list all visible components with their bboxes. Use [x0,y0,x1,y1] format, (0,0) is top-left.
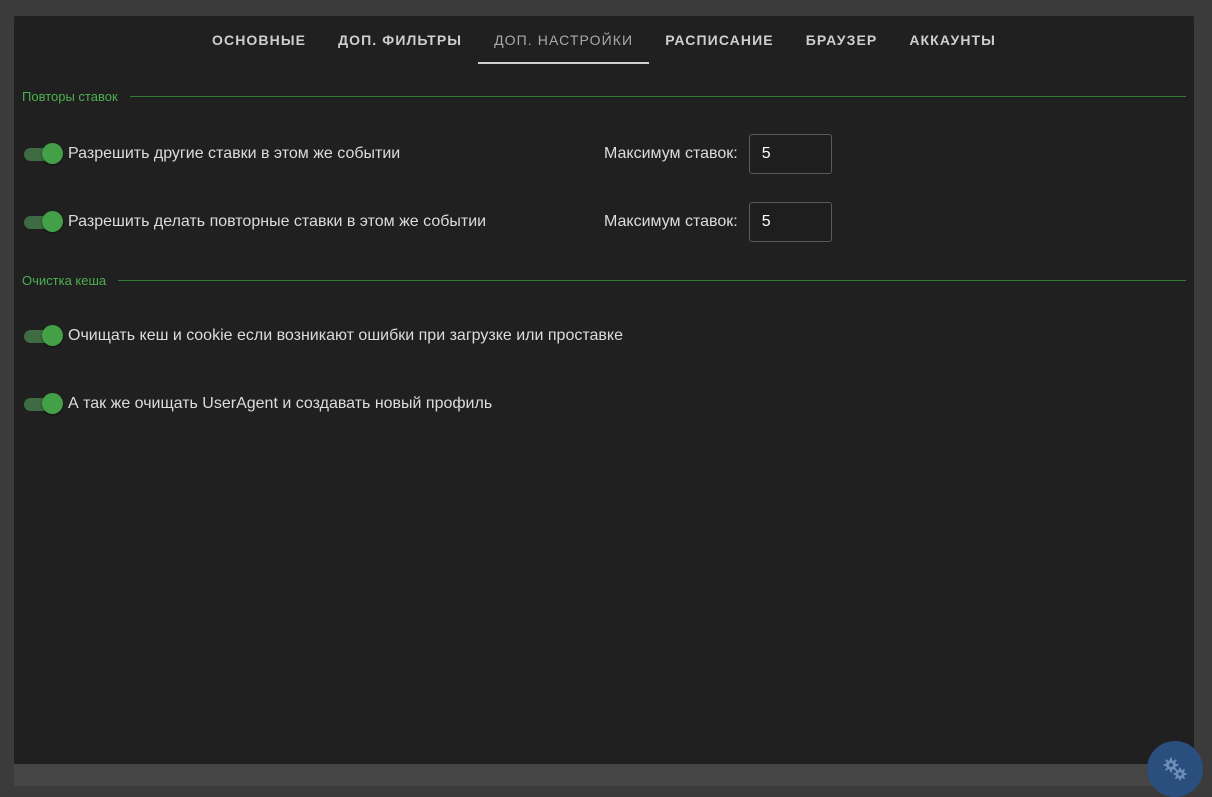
setting-label: Очищать кеш и cookie если возникают ошиб… [68,327,623,344]
setting-label: А так же очищать UserAgent и создавать н… [68,395,493,412]
toggle-switch[interactable] [24,143,64,165]
setting-label: Разрешить делать повторные ставки в этом… [68,213,487,230]
max-bets-label: Максимум ставок: [604,213,738,230]
section-divider [129,95,1186,97]
toggle-switch[interactable] [24,211,64,233]
section-header-repeats: Повторы ставок [22,86,1186,106]
setting-label: Разрешить другие ставки в этом же событи… [68,145,401,162]
setting-row-clear-cache: Очищать кеш и cookie если возникают ошиб… [24,316,1184,356]
tab-extra-filters[interactable]: ДОП. ФИЛЬТРЫ [322,16,478,64]
max-bets-group: Максимум ставок: [604,134,832,174]
section-divider [118,279,1186,281]
gears-icon [1163,757,1187,781]
setting-row-clear-useragent: А так же очищать UserAgent и создавать н… [24,384,1184,424]
max-bets-group: Максимум ставок: [604,202,832,242]
toggle-switch[interactable] [24,393,64,415]
tab-bar: ОСНОВНЫЕ ДОП. ФИЛЬТРЫ ДОП. НАСТРОЙКИ РАС… [14,16,1194,64]
max-bets-label: Максимум ставок: [604,145,738,162]
section-title: Повторы ставок [22,88,118,104]
tab-main[interactable]: ОСНОВНЫЕ [196,16,322,64]
toggle-switch[interactable] [24,325,64,347]
toggle-thumb [42,143,63,164]
settings-panel: ОСНОВНЫЕ ДОП. ФИЛЬТРЫ ДОП. НАСТРОЙКИ РАС… [14,16,1194,764]
toggle-thumb [42,211,63,232]
toggle-thumb [42,325,63,346]
tab-browser[interactable]: БРАУЗЕР [790,16,894,64]
section-title: Очистка кеша [22,272,107,288]
setting-row-allow-other-bets: Разрешить другие ставки в этом же событи… [24,134,1184,174]
toggle-thumb [42,393,63,414]
app-window: ОСНОВНЫЕ ДОП. ФИЛЬТРЫ ДОП. НАСТРОЙКИ РАС… [0,0,1212,797]
settings-fab-button[interactable] [1147,741,1203,797]
bottom-bar [14,764,1194,786]
tab-accounts[interactable]: АККАУНТЫ [893,16,1012,64]
max-bets-input[interactable] [748,134,832,174]
tab-schedule[interactable]: РАСПИСАНИЕ [649,16,790,64]
max-bets-input[interactable] [748,202,832,242]
section-header-cache: Очистка кеша [22,270,1186,290]
tab-extra-settings[interactable]: ДОП. НАСТРОЙКИ [478,16,650,64]
setting-row-allow-repeat-bets: Разрешить делать повторные ставки в этом… [24,202,1184,242]
